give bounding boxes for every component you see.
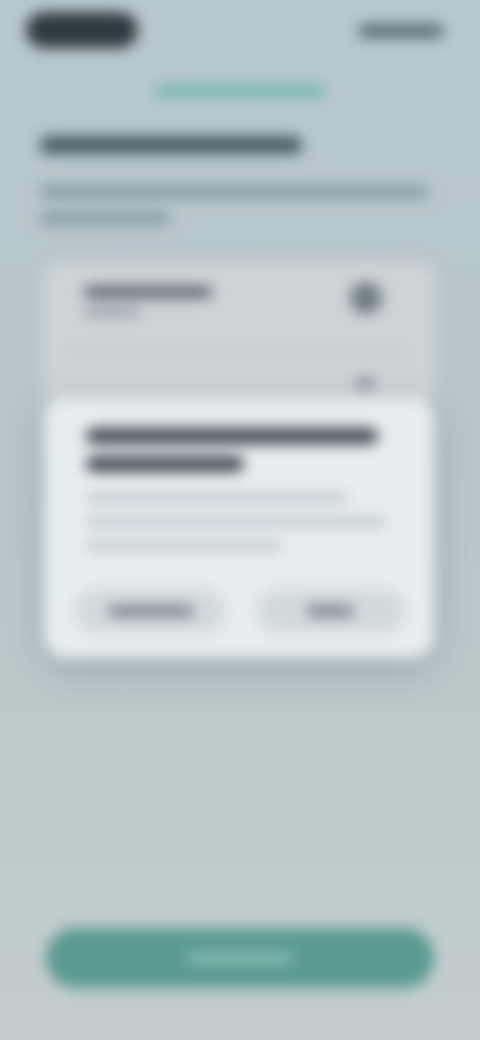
dialog-body-line-2 bbox=[86, 518, 386, 526]
dialog-title-line-2 bbox=[86, 456, 244, 472]
card-subtitle bbox=[84, 308, 140, 316]
dialog-body-line-3 bbox=[86, 542, 282, 550]
page-subtitle-line-1 bbox=[40, 186, 428, 198]
blurred-content-layer bbox=[0, 0, 480, 1040]
page-title bbox=[40, 136, 302, 154]
dialog-body-line-1 bbox=[86, 494, 348, 502]
dialog-secondary-button-label bbox=[108, 606, 194, 616]
card-title bbox=[84, 286, 212, 298]
dialog-title-line-1 bbox=[86, 428, 378, 444]
app-screen bbox=[0, 0, 480, 1040]
page-subtitle-line-2 bbox=[40, 212, 170, 224]
status-bar-indicators bbox=[358, 24, 444, 38]
card-chevron-icon[interactable] bbox=[356, 378, 374, 388]
dialog-primary-button-label bbox=[306, 606, 354, 616]
progress-indicator bbox=[154, 86, 326, 96]
card-divider bbox=[64, 350, 404, 353]
status-bar-time bbox=[26, 12, 138, 48]
settings-card[interactable] bbox=[44, 262, 434, 408]
continue-button-label bbox=[186, 952, 294, 964]
card-toggle-icon[interactable] bbox=[350, 282, 382, 314]
